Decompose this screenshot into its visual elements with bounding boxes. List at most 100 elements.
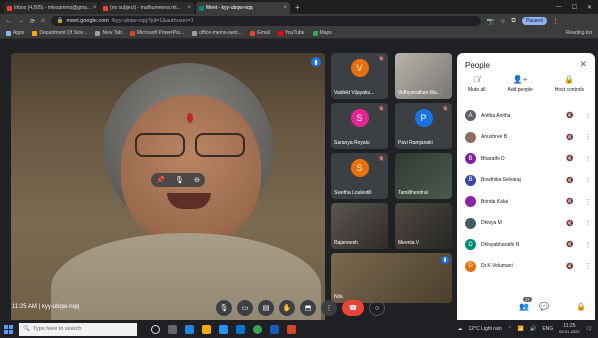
mic-off-icon[interactable]: 🔇 — [566, 112, 576, 119]
list-item[interactable]: D Dr.K.Velumani 🔇 ⋮ — [457, 256, 595, 278]
bookmark-gmail[interactable]: Gmail — [249, 30, 270, 36]
bookmark-maps[interactable]: Maps — [312, 30, 332, 36]
participant-tile[interactable]: Rajaneesh — [331, 203, 388, 249]
bookmark-youtube[interactable]: YouTube — [277, 30, 305, 36]
mic-off-icon[interactable]: 🔇 — [566, 155, 576, 162]
present-button[interactable]: ⬒ — [300, 300, 316, 316]
leave-call-button[interactable]: ☎ — [342, 300, 364, 316]
network-icon[interactable]: 📶 — [518, 326, 524, 332]
tab-close-icon[interactable]: × — [93, 5, 97, 11]
mic-off-icon[interactable]: 🔇 — [566, 220, 576, 227]
edge-icon[interactable] — [185, 324, 194, 334]
participant-tile[interactable]: ▮ Nila — [331, 253, 452, 303]
tray-arrow-icon[interactable]: ⌃ — [508, 326, 512, 332]
people-icon[interactable]: 👥 37 — [519, 297, 532, 313]
task-view-icon[interactable] — [168, 324, 177, 334]
more-options-icon[interactable]: ⋮ — [581, 176, 595, 184]
bookmark-apps[interactable]: Apps — [6, 30, 24, 36]
activities-icon[interactable]: ⬢ — [559, 302, 566, 313]
volume-icon[interactable]: 🔊 — [530, 326, 536, 332]
browser-tab-no-subject[interactable]: (no subject) - muthumeena.mt... × — [100, 2, 194, 14]
mic-off-icon[interactable]: 🔇 — [566, 263, 576, 270]
tab-close-icon[interactable]: × — [283, 5, 287, 11]
browser-tab-meet[interactable]: Meet - kyy-ubqw-nqq × — [196, 2, 290, 14]
participant-tile[interactable]: S 🔇 Saranya Reyalu — [331, 103, 388, 149]
participant-tile[interactable]: Meenia.V — [395, 203, 452, 249]
menu-kebab-icon[interactable]: ⋮ — [553, 18, 559, 25]
host-controls-button[interactable]: 🔒 Host controls — [555, 75, 584, 103]
mic-off-icon[interactable]: 🔇 — [566, 134, 576, 141]
camera-button[interactable]: ▭ — [237, 300, 253, 316]
bookmark-office-memo[interactable]: office-memo-sent... — [192, 30, 242, 36]
bookmark-powerpoint[interactable]: Microsoft PowerPoi... — [129, 30, 184, 36]
minimize-icon[interactable]: — — [556, 4, 562, 11]
maximize-icon[interactable]: ☐ — [572, 4, 577, 11]
more-options-icon[interactable]: ⋮ — [581, 133, 595, 141]
list-item[interactable]: A Anitha Anitha 🔇 ⋮ — [457, 105, 595, 127]
info-icon[interactable]: ⓘ — [501, 302, 509, 313]
chrome-icon[interactable] — [253, 324, 262, 334]
forward-icon[interactable]: → — [18, 18, 24, 24]
mic-button[interactable]: 🎙 — [216, 300, 232, 316]
captions-button[interactable]: ▤ — [258, 300, 274, 316]
remove-icon[interactable]: ⊖ — [194, 176, 200, 184]
mic-icon[interactable]: 🎙 — [175, 176, 184, 184]
mic-off-icon[interactable]: 🔇 — [566, 198, 576, 205]
more-options-icon[interactable]: ⋮ — [581, 198, 595, 206]
mute-all-button[interactable]: 🎙̸ Mute all — [468, 75, 486, 103]
mic-off-icon[interactable]: 🔇 — [566, 241, 576, 248]
notifications-icon[interactable]: 🗨 — [586, 326, 592, 332]
powerpoint-icon[interactable] — [287, 324, 296, 334]
weather-text[interactable]: 12°C Light rain — [469, 326, 502, 332]
reload-icon[interactable]: ⟳ — [30, 18, 35, 25]
bookmark-new-tab[interactable]: New Tab — [95, 30, 122, 36]
star-icon[interactable]: ☆ — [500, 18, 505, 25]
participant-tile[interactable]: Tamilthendral — [395, 153, 452, 199]
pin-icon[interactable]: 📌 — [156, 176, 165, 184]
raise-hand-button[interactable]: ✋ — [279, 300, 295, 316]
record-button[interactable]: ○ — [369, 300, 385, 316]
home-icon[interactable]: ⌂ — [41, 18, 45, 24]
host-lock-icon[interactable]: 🔒 — [576, 302, 586, 313]
more-options-icon[interactable]: ⋮ — [581, 241, 595, 249]
participant-tile[interactable]: S 🔇 Swetha Loulestill — [331, 153, 388, 199]
new-tab-button[interactable]: + — [295, 3, 300, 12]
browser-tab-inbox[interactable]: Inbox (4,505) - mlesamms@gma... × — [4, 2, 98, 14]
close-window-icon[interactable]: ✕ — [587, 4, 592, 11]
camera-icon[interactable]: 📷 — [487, 18, 494, 25]
list-item[interactable]: Brinda Kalai 🔇 ⋮ — [457, 191, 595, 213]
cortana-icon[interactable] — [151, 324, 160, 334]
taskbar-clock[interactable]: 11:25 09-01-2022 — [559, 323, 579, 335]
more-options-icon[interactable]: ⋮ — [581, 219, 595, 227]
mail-icon[interactable] — [236, 324, 245, 334]
participant-tile[interactable]: P 🔇 Pavi Ramjanaki — [395, 103, 452, 149]
list-item[interactable]: B Bharathi D 🔇 ⋮ — [457, 148, 595, 170]
back-icon[interactable]: ← — [6, 18, 12, 24]
tab-close-icon[interactable]: × — [187, 5, 191, 11]
reading-list-button[interactable]: Reading list — [566, 30, 592, 36]
profile-paused-button[interactable]: Paused — [521, 17, 547, 25]
word-icon[interactable] — [270, 324, 279, 334]
list-item[interactable]: B Bowthika Selvaraj 🔇 ⋮ — [457, 170, 595, 192]
store-icon[interactable] — [219, 324, 228, 334]
bookmark-department[interactable]: Department Of Scie... — [32, 30, 87, 36]
more-options-icon[interactable]: ⋮ — [581, 262, 595, 270]
taskbar-search-input[interactable]: 🔍 Type here to search — [19, 322, 137, 336]
list-item[interactable]: Dhivya M 🔇 ⋮ — [457, 213, 595, 235]
list-item[interactable]: D Dhivyabharathi N 🔇 ⋮ — [457, 234, 595, 256]
close-icon[interactable]: ✕ — [579, 59, 587, 70]
extensions-icon[interactable]: ⧉ — [512, 18, 516, 25]
list-item[interactable]: Anushree B 🔇 ⋮ — [457, 127, 595, 149]
more-options-button[interactable]: ⋮ — [321, 300, 337, 316]
more-options-icon[interactable]: ⋮ — [581, 155, 595, 163]
participant-tile[interactable]: V 🔇 Vaideki Vijayaku... — [331, 53, 388, 99]
address-bar[interactable]: 🔒 meet.google.com/kyy-ubqw-nqq?pli=1&aut… — [50, 16, 481, 26]
add-people-button[interactable]: 👤+ Add people — [507, 75, 532, 103]
participant-tile[interactable]: Vidhyanathan Ma... — [395, 53, 452, 99]
more-options-icon[interactable]: ⋮ — [581, 112, 595, 120]
windows-start-icon[interactable] — [4, 324, 13, 334]
chat-icon[interactable]: 💬 — [539, 302, 549, 313]
main-speaker-video[interactable]: 📌 🎙 ⊖ ▮ ▲ — [11, 53, 325, 337]
language-indicator[interactable]: ENG — [542, 326, 553, 332]
mic-off-icon[interactable]: 🔇 — [566, 177, 576, 184]
